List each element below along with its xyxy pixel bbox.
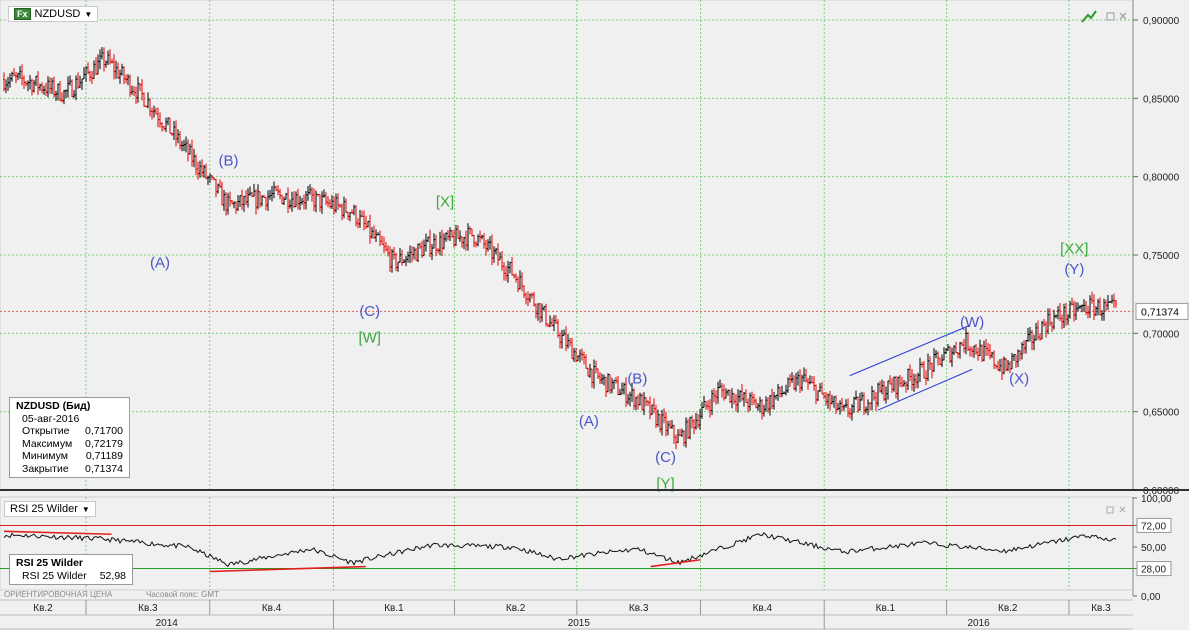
rsi-legend-value: 52,98 bbox=[99, 569, 126, 582]
rsi-legend-label: RSI 25 Wilder bbox=[22, 569, 87, 582]
price-tick-label: 0,90000 bbox=[1143, 16, 1180, 27]
info-row-value: 0,71374 bbox=[85, 462, 123, 475]
wave-label: (C) bbox=[655, 449, 676, 466]
wave-label: [XX] bbox=[1060, 240, 1088, 257]
info-row-value: 0,72179 bbox=[85, 437, 123, 450]
info-row: Открытие 0,71700 bbox=[16, 425, 123, 438]
info-title: NZDUSD (Бид) bbox=[16, 400, 91, 412]
quarter-label: Кв.2 bbox=[506, 603, 526, 614]
quarter-label: Кв.1 bbox=[384, 603, 404, 614]
price-tick-label: 0,70000 bbox=[1143, 329, 1180, 340]
price-tick-label: 0,80000 bbox=[1143, 173, 1180, 184]
info-row-label: Открытие bbox=[22, 425, 70, 437]
chart-canvas: 0,90000 0,85000 0,80000 0,75000 0,70000 0,650… bbox=[0, 0, 1189, 630]
info-date: 05-авг-2016 bbox=[22, 412, 80, 425]
year-label: 2016 bbox=[967, 618, 990, 629]
price-tick-label: 0,75000 bbox=[1143, 251, 1180, 262]
wave-label: (A) bbox=[150, 255, 170, 272]
wave-label: (Y) bbox=[1064, 261, 1084, 278]
quarter-label: Кв.4 bbox=[753, 603, 773, 614]
info-row-value: 0,71189 bbox=[85, 450, 123, 462]
info-row-label: Максимум bbox=[22, 437, 73, 450]
info-row-label: Минимум bbox=[22, 450, 68, 462]
rsi-tick-label: 28,00 bbox=[1141, 565, 1166, 576]
wave-label: (B) bbox=[219, 153, 239, 170]
info-row-value: 0,71700 bbox=[85, 425, 123, 437]
wave-label: [X] bbox=[436, 193, 454, 210]
wave-label: (W) bbox=[960, 314, 984, 331]
price-tick-label: 0,65000 bbox=[1143, 408, 1180, 419]
symbol-selector[interactable]: Fx NZDUSD ▼ bbox=[8, 6, 99, 22]
quarter-label: Кв.2 bbox=[998, 603, 1018, 614]
ohlc-info-box: NZDUSD (Бид) 05-авг-2016 Открытие 0,71700… bbox=[9, 397, 130, 478]
info-row: Максимум 0,72179 bbox=[16, 438, 123, 451]
quarter-label: Кв.1 bbox=[876, 603, 896, 614]
rsi-tick-label: 50,00 bbox=[1141, 543, 1166, 554]
triangle-down-icon[interactable]: ▼ bbox=[84, 10, 92, 19]
timezone-label: Часовой пояс: GMT bbox=[146, 590, 219, 599]
quarter-label: Кв.3 bbox=[138, 603, 158, 614]
rsi-legend-title: RSI 25 Wilder bbox=[16, 557, 84, 569]
year-label: 2014 bbox=[156, 618, 179, 629]
indicative-price-label: ОРИЕНТИРОВОЧНАЯ ЦЕНА bbox=[4, 590, 113, 599]
wave-label: (B) bbox=[627, 370, 647, 387]
price-tick-label: 0,85000 bbox=[1143, 94, 1180, 105]
chart-window: 0,90000 0,85000 0,80000 0,75000 0,70000 0,650… bbox=[0, 0, 1189, 630]
rsi-tick-label: 72,00 bbox=[1141, 521, 1166, 532]
rsi-selector[interactable]: RSI 25 Wilder ▼ bbox=[4, 501, 96, 517]
fx-icon: Fx bbox=[14, 8, 31, 20]
quarter-label: Кв.3 bbox=[629, 603, 649, 614]
quarter-label: Кв.4 bbox=[262, 603, 282, 614]
quarter-label: Кв.2 bbox=[33, 603, 53, 614]
rsi-tick-label: 0,00 bbox=[1141, 592, 1161, 603]
wave-label: (C) bbox=[359, 303, 380, 320]
last-price-label: 0,71374 bbox=[1141, 306, 1179, 318]
rsi-tick-label: 100,00 bbox=[1141, 494, 1172, 505]
rsi-legend-box: RSI 25 Wilder RSI 25 Wilder 52,98 bbox=[9, 554, 133, 585]
rsi-label: RSI 25 Wilder bbox=[10, 503, 78, 515]
wave-label: [W] bbox=[358, 330, 381, 347]
info-row-label: Закрытие bbox=[22, 462, 69, 475]
quarter-label: Кв.3 bbox=[1091, 603, 1111, 614]
year-label: 2015 bbox=[568, 618, 591, 629]
wave-label: (X) bbox=[1009, 370, 1029, 387]
triangle-down-icon[interactable]: ▼ bbox=[82, 505, 90, 514]
wave-label: (A) bbox=[579, 413, 599, 430]
symbol-label: NZDUSD bbox=[34, 8, 81, 20]
info-row: Минимум 0,71189 bbox=[16, 450, 123, 463]
info-row: Закрытие 0,71374 bbox=[16, 463, 123, 476]
